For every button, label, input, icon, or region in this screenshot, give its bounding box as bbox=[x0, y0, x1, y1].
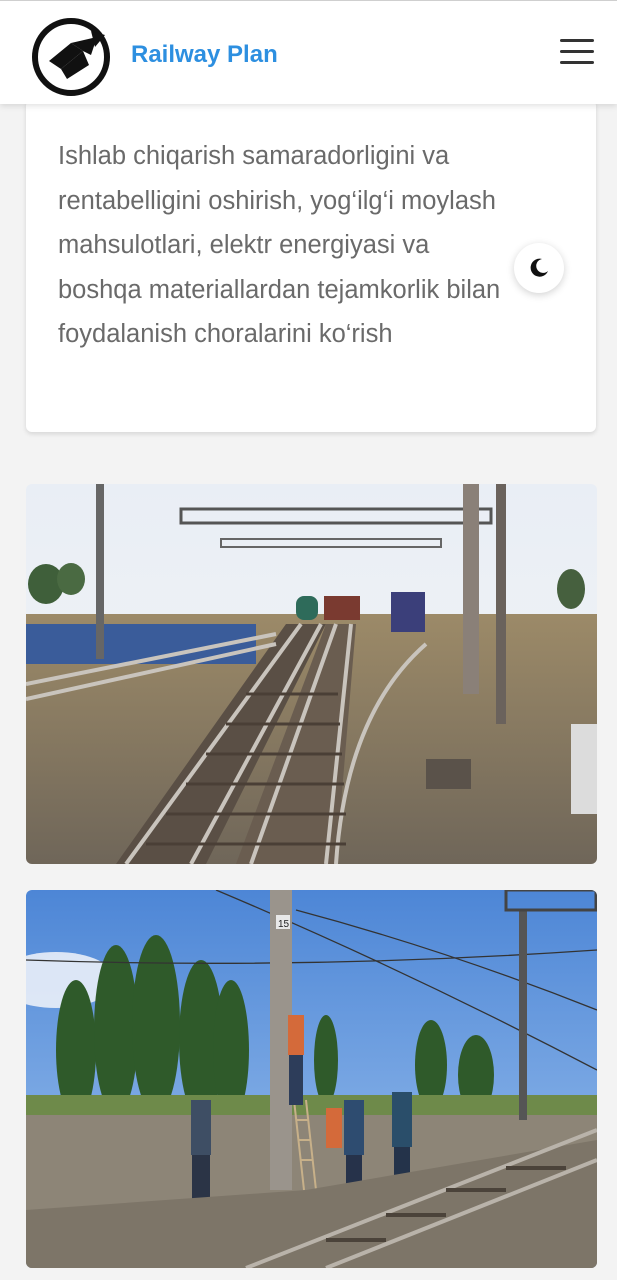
pole-number: 15 bbox=[278, 919, 290, 930]
train-logo-icon[interactable] bbox=[31, 17, 111, 97]
card-text: Ishlab chiqarish samaradorligini va rent… bbox=[58, 142, 501, 348]
moon-icon bbox=[530, 258, 548, 277]
info-card: Ishlab chiqarish samaradorligini va rent… bbox=[26, 100, 596, 432]
workers-on-pole-photo: 15 bbox=[26, 890, 597, 1268]
railway-tracks-photo bbox=[26, 484, 597, 864]
top-header: Railway Plan bbox=[0, 0, 617, 104]
hamburger-menu-icon[interactable] bbox=[560, 39, 594, 69]
brand-title[interactable]: Railway Plan bbox=[131, 41, 278, 69]
theme-toggle-button[interactable] bbox=[514, 243, 564, 293]
